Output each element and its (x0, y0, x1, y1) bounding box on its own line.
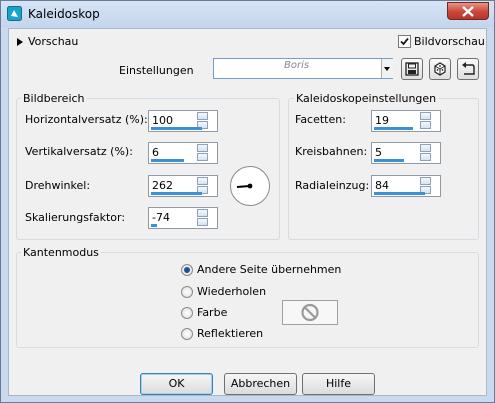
edge-mode-radio-color[interactable] (181, 307, 193, 319)
preview-toggle-label[interactable]: Vorschau (28, 35, 78, 48)
close-button[interactable] (447, 2, 489, 20)
edge-mode-radio-repeat[interactable] (181, 286, 193, 298)
save-icon (405, 62, 419, 76)
rotation-angle-slider[interactable] (151, 192, 202, 195)
reset-icon (462, 62, 475, 75)
orbits-slider[interactable] (374, 159, 404, 162)
radial-squeeze-slider[interactable] (374, 192, 425, 195)
horizontal-offset-field[interactable]: 100 (148, 110, 218, 132)
dropdown-arrow[interactable] (381, 59, 393, 78)
expand-arrow-icon[interactable] (16, 37, 24, 50)
vertical-offset-spinner[interactable] (197, 144, 208, 162)
rotation-angle-field[interactable]: 262 (148, 175, 218, 197)
save-preset-button[interactable] (401, 58, 423, 80)
random-preset-button[interactable] (429, 58, 451, 80)
radial-squeeze-label: Radialeinzug: (295, 179, 370, 192)
no-color-icon (301, 303, 319, 322)
edge-mode-option-label[interactable]: Reflektieren (197, 327, 263, 340)
help-button[interactable]: Hilfe (302, 373, 375, 395)
chevron-down-icon (384, 67, 390, 71)
edge-mode-option-label[interactable]: Wiederholen (197, 285, 266, 298)
settings-label: Einstellungen (119, 64, 194, 77)
orbits-field[interactable]: 5 (371, 142, 441, 164)
facets-spinner[interactable] (420, 112, 431, 130)
vertical-offset-slider[interactable] (151, 159, 184, 162)
vertical-offset-label: Vertikalversatz (%): (25, 145, 133, 158)
image-area-title: Bildbereich (21, 92, 87, 105)
edge-mode-title: Kantenmodus (21, 246, 101, 259)
scale-factor-field[interactable]: -74 (148, 207, 218, 229)
settings-dropdown[interactable]: Boris (213, 58, 393, 79)
kaleidoskop-dialog: Kaleidoskop Vorschau Bildvorschau Einste… (0, 0, 495, 403)
title-bar[interactable]: Kaleidoskop (1, 1, 494, 27)
orbits-spinner[interactable] (420, 144, 431, 162)
edge-mode-option-label[interactable]: Andere Seite übernehmen (197, 263, 341, 276)
dice-icon (434, 62, 446, 76)
facets-slider[interactable] (374, 127, 413, 130)
orbits-label: Kreisbahnen: (295, 145, 368, 158)
facets-field[interactable]: 19 (371, 110, 441, 132)
horizontal-offset-slider[interactable] (151, 127, 202, 130)
settings-watermark: Boris (284, 60, 310, 71)
edge-mode-radio-reflect[interactable] (181, 328, 193, 340)
edge-color-swatch[interactable] (282, 300, 338, 325)
cancel-button[interactable]: Abbrechen (224, 373, 297, 395)
scale-factor-slider[interactable] (151, 224, 157, 227)
image-preview-checkbox[interactable] (398, 35, 411, 48)
edge-mode-option-label[interactable]: Farbe (197, 306, 227, 319)
scale-factor-spinner[interactable] (197, 209, 208, 227)
app-icon (7, 6, 22, 21)
ok-button[interactable]: OK (140, 373, 213, 395)
rotation-angle-label: Drehwinkel: (25, 179, 91, 192)
facets-label: Facetten: (295, 113, 346, 126)
window-title: Kaleidoskop (28, 7, 100, 21)
edge-mode-radio-wrap[interactable] (181, 264, 193, 276)
rotation-dial[interactable] (230, 166, 270, 206)
image-preview-label[interactable]: Bildvorschau (414, 35, 485, 48)
dial-needle-icon (236, 183, 253, 189)
vertical-offset-field[interactable]: 6 (148, 142, 218, 164)
kaleidoscope-settings-title: Kaleidoskopeinstellungen (294, 92, 439, 105)
dialog-body: Vorschau Bildvorschau Einstellungen Bori… (8, 28, 487, 396)
scale-factor-label: Skalierungsfaktor: (25, 211, 126, 224)
close-icon (462, 6, 474, 17)
reset-button[interactable] (457, 58, 479, 80)
checkmark-icon (400, 37, 409, 46)
radial-squeeze-field[interactable]: 84 (371, 175, 441, 197)
horizontal-offset-label: Horizontalversatz (%): (25, 113, 148, 126)
